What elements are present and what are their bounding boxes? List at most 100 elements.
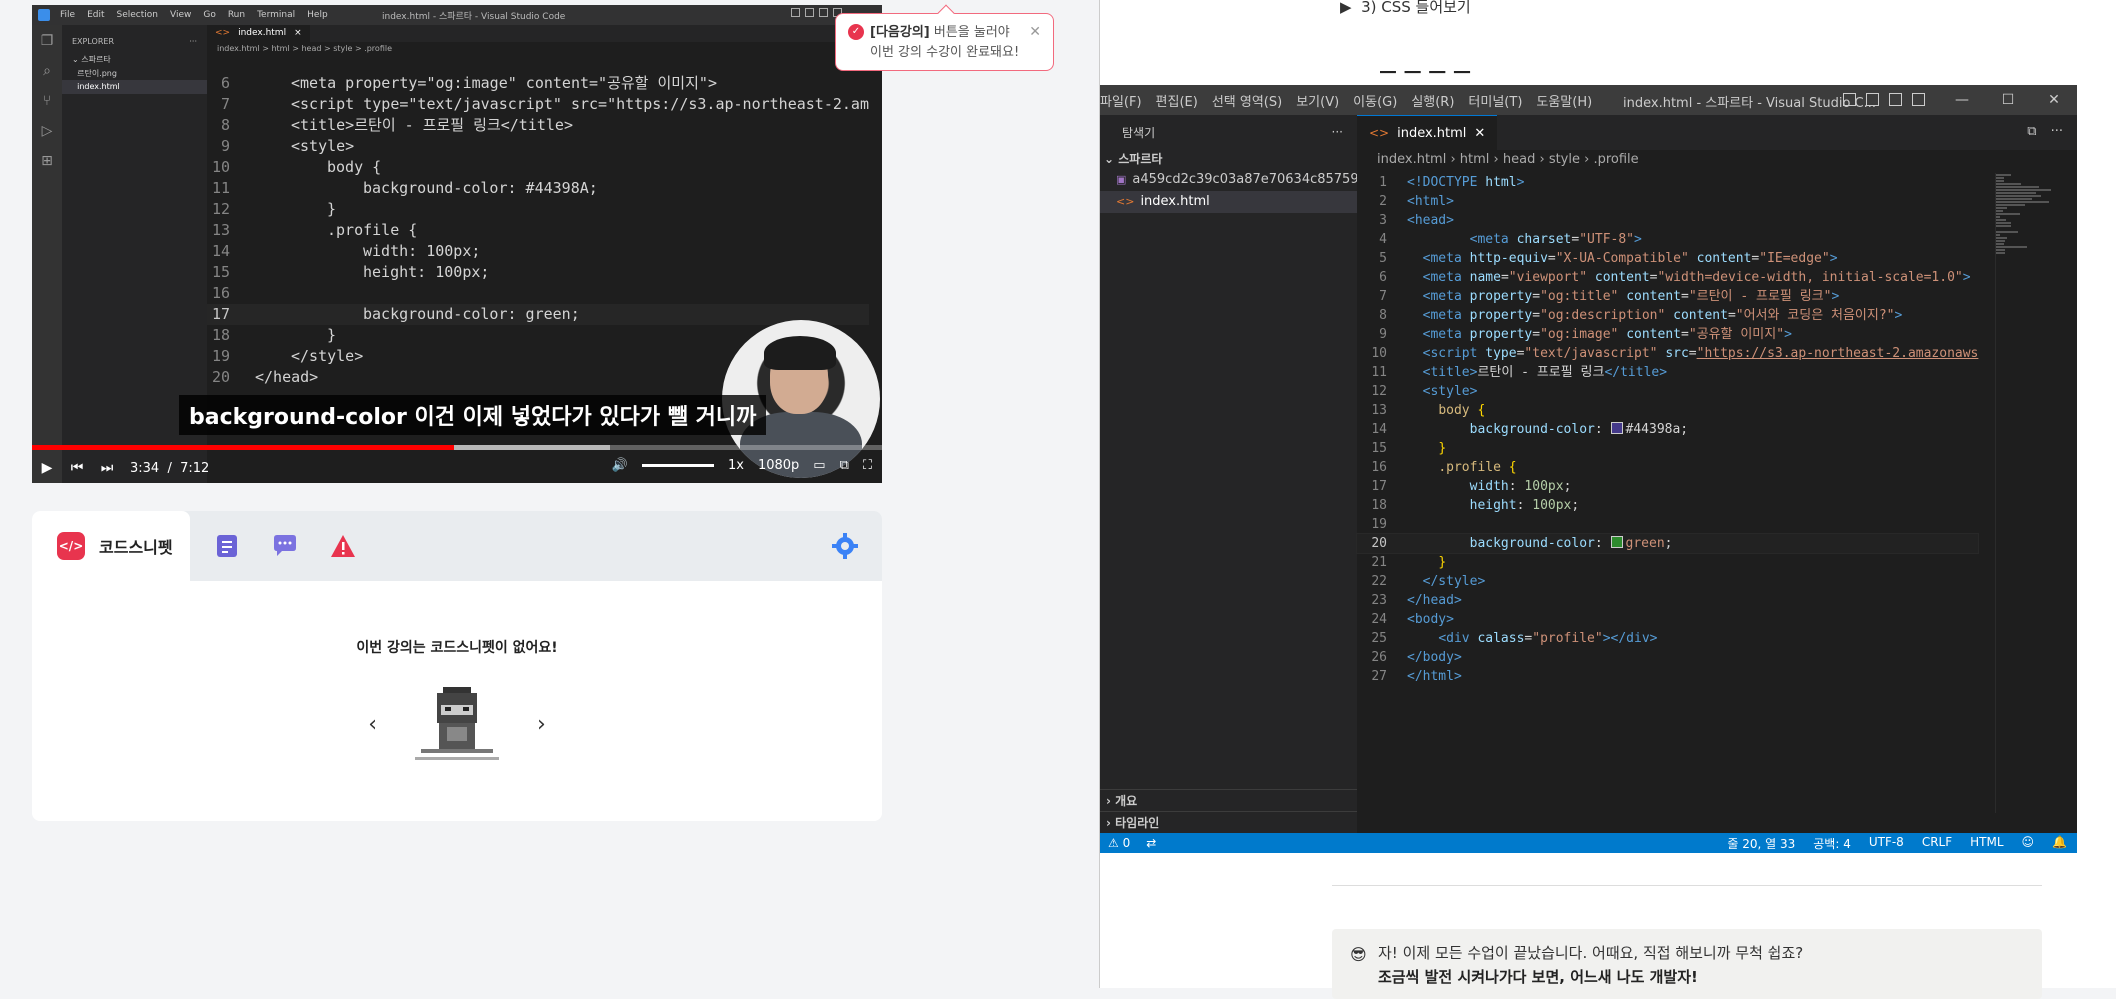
pip-icon[interactable]: ⧉: [840, 458, 849, 473]
code-line[interactable]: 7 <meta property="og:title" content="르탄이…: [1357, 287, 1978, 306]
split-editor-icon[interactable]: ⧉: [2027, 124, 2036, 139]
code-line[interactable]: 20 background-color: green;: [1355, 533, 1980, 554]
code-line[interactable]: 21 }: [1357, 553, 1978, 572]
code-line[interactable]: 11 <title>르탄이 - 프로필 링크</title>: [1357, 363, 1978, 382]
code-line[interactable]: 24 <body>: [1357, 610, 1978, 629]
code-line[interactable]: 2 <html>: [1357, 192, 1978, 211]
menu-item[interactable]: 선택 영역(S): [1212, 91, 1282, 110]
volume-slider[interactable]: [641, 464, 714, 467]
outline-section[interactable]: › 개요: [1100, 789, 1357, 811]
video-player[interactable]: File Edit Selection View Go Run Terminal Help i…: [32, 5, 882, 483]
gear-icon[interactable]: [832, 533, 858, 559]
fullscreen-icon[interactable]: ⛶: [863, 458, 872, 473]
eol[interactable]: CRLF: [1922, 835, 1952, 852]
code-line[interactable]: 9 <meta property="og:image" content="공유할…: [1357, 325, 1978, 344]
menu-item[interactable]: 실행(R): [1411, 91, 1454, 110]
cursor-position[interactable]: 줄 20, 열 33: [1727, 835, 1795, 852]
file-item[interactable]: ▣a459cd2c39c03a87e70634c85759e2c...: [1100, 169, 1357, 191]
next-icon[interactable]: ⏭: [92, 460, 122, 476]
captions-icon[interactable]: ▭: [813, 458, 825, 473]
video-vscode-menu: File Edit Selection View Go Run Terminal Help: [60, 10, 340, 20]
code-line: 17 background-color: green;: [207, 304, 869, 325]
code-line[interactable]: 14 background-color: #44398a;: [1357, 420, 1978, 439]
code-line[interactable]: 23 </head>: [1357, 591, 1978, 610]
live-share-icon[interactable]: ⇄: [1146, 836, 1156, 850]
code-snippet-logo-icon: </>: [57, 532, 85, 560]
minimize-icon[interactable]: —: [1939, 85, 1985, 115]
tab-close-icon: ✕: [1474, 125, 1486, 141]
extensions-icon: ⊞: [41, 153, 53, 169]
code-line[interactable]: 6 <meta name="viewport" content="width=d…: [1357, 268, 1978, 287]
code-line[interactable]: 15 }: [1357, 439, 1978, 458]
previous-icon[interactable]: ⏮: [62, 460, 92, 476]
code-line[interactable]: 1 <!DOCTYPE html>: [1357, 173, 1978, 192]
encoding[interactable]: UTF-8: [1869, 835, 1904, 852]
editor-code[interactable]: 1 <!DOCTYPE html> 2 <html> 3 <head> 4 <meta ch…: [1355, 173, 1980, 686]
chat-icon[interactable]: [272, 533, 298, 559]
code-line[interactable]: 22 </style>: [1357, 572, 1978, 591]
menu-item[interactable]: 터미널(T): [1468, 91, 1522, 110]
quality-button[interactable]: 1080p: [758, 458, 799, 473]
code-line[interactable]: 13 body {: [1357, 401, 1978, 420]
folder-section[interactable]: ⌄ 스파르타: [1100, 149, 1357, 169]
play-icon[interactable]: ▶: [32, 460, 62, 476]
speed-button[interactable]: 1x: [728, 458, 744, 473]
warning-icon[interactable]: [330, 533, 356, 559]
snippet-panel: </> 코드스니펫 이번 강의는 코드스니펫이 없어요! ‹ ›: [32, 511, 882, 821]
menu-item[interactable]: 파일(F): [1100, 91, 1142, 110]
code-line[interactable]: 17 width: 100px;: [1357, 477, 1978, 496]
code-line[interactable]: 8 <meta property="og:description" conten…: [1357, 306, 1978, 325]
close-window-icon[interactable]: ✕: [2031, 85, 2077, 115]
tab-code-snippet[interactable]: </> 코드스니펫: [32, 511, 190, 581]
menu-item[interactable]: 도움말(H): [1536, 91, 1592, 110]
menu-item[interactable]: 편집(E): [1156, 91, 1198, 110]
bell-icon[interactable]: 🔔: [2052, 835, 2067, 852]
breadcrumb-item[interactable]: head: [1503, 152, 1535, 167]
status-bar: ⚠ 0 ⇄ 줄 20, 열 33 공백: 4 UTF-8 CRLF HTML ☺…: [1100, 833, 2077, 853]
vscode-explorer: 탐색기 ··· ⌄ 스파르타 ▣ a459cd2c39c03a87e70634c85…: [1100, 115, 1357, 833]
toggle-list-item[interactable]: ▶ 3) CSS 들어보기: [1340, 0, 1471, 17]
code-line[interactable]: 4 <meta charset="UTF-8">: [1357, 230, 1978, 249]
notes-icon[interactable]: [214, 533, 240, 559]
code-line[interactable]: 19: [1357, 515, 1978, 534]
indent-setting[interactable]: 공백: 4: [1813, 835, 1851, 852]
maximize-icon[interactable]: ☐: [1985, 85, 2031, 115]
video-controls: ▶ ⏮ ⏭ 3:34 / 7:12 🔊 1x 1080p ▭ ⧉ ⛶: [32, 453, 882, 483]
video-progress-bar[interactable]: [32, 445, 882, 450]
menu-item[interactable]: 이동(G): [1353, 91, 1397, 110]
next-lecture-toast: ✓ [다음강의] 버튼을 눌러야 이번 강의 수강이 완료돼요! ✕: [835, 4, 1054, 71]
code-line[interactable]: 18 height: 100px;: [1357, 496, 1978, 515]
code-line[interactable]: 27 </html>: [1357, 667, 1978, 686]
code-line[interactable]: 10 <script type="text/javascript" src="h…: [1357, 344, 1978, 363]
callout-line1: 자! 이제 모든 수업이 끝났습니다. 어때요, 직접 해보니까 무척 쉽죠?: [1378, 944, 1804, 962]
code-line[interactable]: 3 <head>: [1357, 211, 1978, 230]
file-item-selected[interactable]: <> index.html: [1100, 191, 1357, 213]
prev-arrow-icon[interactable]: ‹: [368, 712, 377, 737]
more-actions-icon[interactable]: ···: [2051, 124, 2063, 139]
breadcrumb-item[interactable]: index.html: [1377, 152, 1446, 167]
language-mode[interactable]: HTML: [1970, 835, 2003, 852]
problems-count[interactable]: ⚠ 0: [1108, 836, 1130, 850]
code-line[interactable]: 16 .profile {: [1357, 458, 1978, 477]
breadcrumb-item[interactable]: html: [1460, 152, 1490, 167]
video-vscode-title: index.html - 스파르타 - Visual Studio Code: [382, 12, 566, 22]
minimap[interactable]: [1995, 173, 2065, 813]
timeline-section[interactable]: › 타임라인: [1100, 811, 1357, 833]
menu-item: Help: [307, 10, 328, 20]
code-line[interactable]: 12 <style>: [1357, 382, 1978, 401]
code-line[interactable]: 25 <div calass="profile"></div>: [1357, 629, 1978, 648]
files-icon: ❐: [40, 33, 54, 49]
callout-block: 😎 자! 이제 모든 수업이 끝났습니다. 어때요, 직접 해보니까 무척 쉽죠…: [1332, 929, 2042, 999]
menu-item[interactable]: 보기(V): [1296, 91, 1339, 110]
code-line[interactable]: 5 <meta http-equiv="X-UA-Compatible" con…: [1357, 249, 1978, 268]
more-icon[interactable]: ···: [1332, 125, 1343, 139]
breadcrumb-item[interactable]: .profile: [1593, 152, 1638, 167]
feedback-icon[interactable]: ☺: [2022, 835, 2035, 852]
volume-icon[interactable]: 🔊: [612, 458, 628, 473]
editor-tab[interactable]: <> index.html ✕: [1357, 115, 1498, 150]
code-line[interactable]: 26 </body>: [1357, 648, 1978, 667]
close-icon[interactable]: ✕: [1029, 22, 1041, 42]
breadcrumb-item[interactable]: style: [1549, 152, 1580, 167]
next-arrow-icon[interactable]: ›: [537, 712, 546, 737]
explorer-label: EXPLORER: [72, 37, 114, 46]
